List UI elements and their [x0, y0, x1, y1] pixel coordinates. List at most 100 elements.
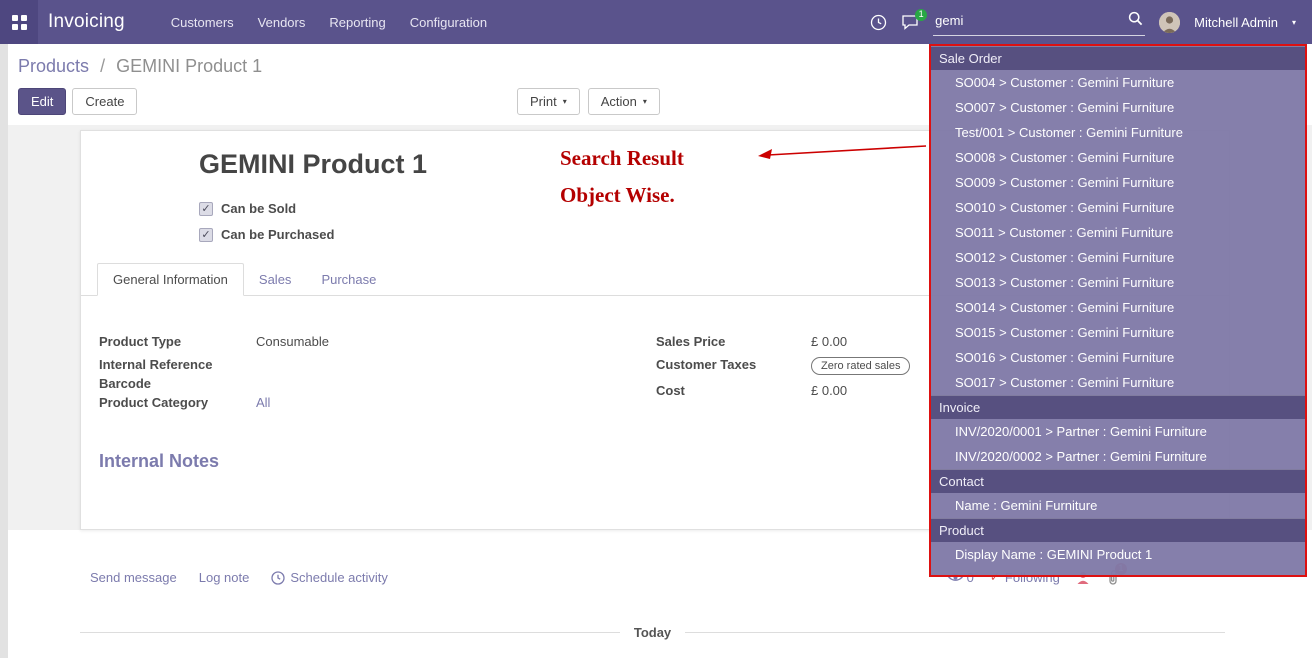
search-query-text: gemi: [935, 13, 963, 28]
navbar-search-input[interactable]: gemi: [933, 9, 1145, 36]
action-caret-icon: ▾: [643, 97, 647, 106]
menu-vendors[interactable]: Vendors: [258, 15, 306, 30]
divider-line: [80, 632, 620, 633]
action-label: Action: [601, 94, 637, 109]
chatter-actions: Send message Log note Schedule activity: [90, 570, 388, 585]
can-be-purchased-checkbox[interactable]: ✓: [199, 228, 213, 242]
today-divider: Today: [80, 625, 1225, 640]
menu-customers[interactable]: Customers: [171, 15, 234, 30]
annotation-text: Search Result Object Wise.: [560, 146, 684, 220]
invoicing-app-screen: Invoicing Customers Vendors Reporting Co…: [0, 0, 1312, 658]
product-type-row: Product Type Consumable: [99, 334, 329, 349]
can-be-sold-checkbox[interactable]: ✓: [199, 202, 213, 216]
customer-taxes-tag[interactable]: Zero rated sales: [811, 357, 910, 375]
action-buttons: Print ▾ Action ▾: [517, 88, 660, 115]
search-result-item[interactable]: SO008 > Customer : Gemini Furniture: [931, 145, 1305, 170]
search-result-item[interactable]: Display Name : GEMINI Product 1: [931, 542, 1305, 567]
app-title[interactable]: Invoicing: [48, 11, 125, 33]
log-note-link[interactable]: Log note: [199, 570, 250, 585]
activities-clock-icon[interactable]: [870, 14, 887, 31]
cost-row: Cost £ 0.00: [656, 383, 847, 398]
product-category-row: Product Category All: [99, 395, 270, 410]
sales-price-value: £ 0.00: [811, 334, 847, 349]
can-be-purchased-label: Can be Purchased: [221, 227, 334, 242]
search-group-header-sale-order: Sale Order: [931, 46, 1305, 70]
breadcrumb-separator: /: [100, 56, 105, 76]
search-result-item[interactable]: SO016 > Customer : Gemini Furniture: [931, 345, 1305, 370]
search-result-item[interactable]: SO015 > Customer : Gemini Furniture: [931, 320, 1305, 345]
search-result-item[interactable]: SO014 > Customer : Gemini Furniture: [931, 295, 1305, 320]
product-type-label: Product Type: [99, 334, 256, 349]
search-result-item[interactable]: SO013 > Customer : Gemini Furniture: [931, 270, 1305, 295]
schedule-clock-icon: [271, 571, 285, 585]
annotation-arrow: [752, 140, 932, 166]
cost-value: £ 0.00: [811, 383, 847, 398]
search-group-header-product: Product: [931, 518, 1305, 542]
search-result-item[interactable]: SO011 > Customer : Gemini Furniture: [931, 220, 1305, 245]
messages-badge: 1: [915, 9, 927, 21]
print-caret-icon: ▾: [563, 97, 567, 106]
user-avatar[interactable]: [1159, 12, 1180, 33]
record-buttons: Edit Create: [18, 88, 137, 115]
search-result-item[interactable]: SO007 > Customer : Gemini Furniture: [931, 95, 1305, 120]
product-title: GEMINI Product 1: [199, 149, 427, 180]
barcode-row: Barcode: [99, 376, 256, 391]
create-button[interactable]: Create: [72, 88, 137, 115]
send-message-link[interactable]: Send message: [90, 570, 177, 585]
search-result-item[interactable]: SO004 > Customer : Gemini Furniture: [931, 70, 1305, 95]
schedule-activity-link[interactable]: Schedule activity: [271, 570, 388, 585]
print-label: Print: [530, 94, 557, 109]
search-result-item[interactable]: SO010 > Customer : Gemini Furniture: [931, 195, 1305, 220]
sales-price-row: Sales Price £ 0.00: [656, 334, 847, 349]
search-icon[interactable]: [1128, 11, 1143, 31]
left-scrollbar[interactable]: [0, 44, 8, 658]
search-result-item[interactable]: INV/2020/0001 > Partner : Gemini Furnitu…: [931, 419, 1305, 444]
sales-price-label: Sales Price: [656, 334, 811, 349]
apps-grid-icon: [12, 15, 27, 30]
divider-line: [685, 632, 1225, 633]
menu-configuration[interactable]: Configuration: [410, 15, 487, 30]
navbar-right: 1 gemi Mitchell Admin ▾: [870, 9, 1312, 36]
product-type-value: Consumable: [256, 334, 329, 349]
action-dropdown-button[interactable]: Action ▾: [588, 88, 660, 115]
internal-reference-label: Internal Reference: [99, 357, 256, 372]
check-icon: ✓: [201, 229, 210, 241]
breadcrumb-current: GEMINI Product 1: [116, 56, 262, 76]
annotation-line-1: Search Result: [560, 146, 684, 171]
tab-sales[interactable]: Sales: [244, 264, 307, 295]
check-icon: ✓: [201, 203, 210, 215]
customer-taxes-row: Customer Taxes Zero rated sales: [656, 357, 910, 375]
search-result-item[interactable]: SO017 > Customer : Gemini Furniture: [931, 370, 1305, 395]
search-result-item[interactable]: INV/2020/0002 > Partner : Gemini Furnitu…: [931, 444, 1305, 469]
barcode-label: Barcode: [99, 376, 256, 391]
can-be-sold-label: Can be Sold: [221, 201, 296, 216]
can-be-sold-row: ✓ Can be Sold: [199, 201, 296, 216]
product-category-value[interactable]: All: [256, 395, 270, 410]
search-group-header-contact: Contact: [931, 469, 1305, 493]
edit-button[interactable]: Edit: [18, 88, 66, 115]
menu-reporting[interactable]: Reporting: [329, 15, 385, 30]
search-result-item[interactable]: SO012 > Customer : Gemini Furniture: [931, 245, 1305, 270]
search-group-header-invoice: Invoice: [931, 395, 1305, 419]
product-category-label: Product Category: [99, 395, 256, 410]
search-result-item[interactable]: SO009 > Customer : Gemini Furniture: [931, 170, 1305, 195]
top-navbar: Invoicing Customers Vendors Reporting Co…: [0, 0, 1312, 44]
apps-menu-button[interactable]: [0, 0, 38, 44]
messages-icon[interactable]: 1: [901, 14, 919, 30]
user-menu[interactable]: Mitchell Admin: [1194, 15, 1278, 30]
search-result-item[interactable]: Test/001 > Customer : Gemini Furniture: [931, 120, 1305, 145]
internal-reference-row: Internal Reference: [99, 357, 256, 372]
customer-taxes-label: Customer Taxes: [656, 357, 811, 372]
search-result-item[interactable]: Name : Gemini Furniture: [931, 493, 1305, 518]
tab-general-information[interactable]: General Information: [97, 263, 244, 296]
print-dropdown-button[interactable]: Print ▾: [517, 88, 580, 115]
cost-label: Cost: [656, 383, 811, 398]
breadcrumb-products-link[interactable]: Products: [18, 56, 89, 76]
schedule-activity-label: Schedule activity: [290, 570, 388, 585]
tab-purchase[interactable]: Purchase: [306, 264, 391, 295]
internal-notes-heading: Internal Notes: [99, 451, 219, 472]
user-menu-caret-icon[interactable]: ▾: [1292, 18, 1296, 27]
breadcrumb: Products / GEMINI Product 1: [18, 56, 262, 77]
today-label: Today: [634, 625, 671, 640]
annotation-line-2: Object Wise.: [560, 183, 684, 208]
